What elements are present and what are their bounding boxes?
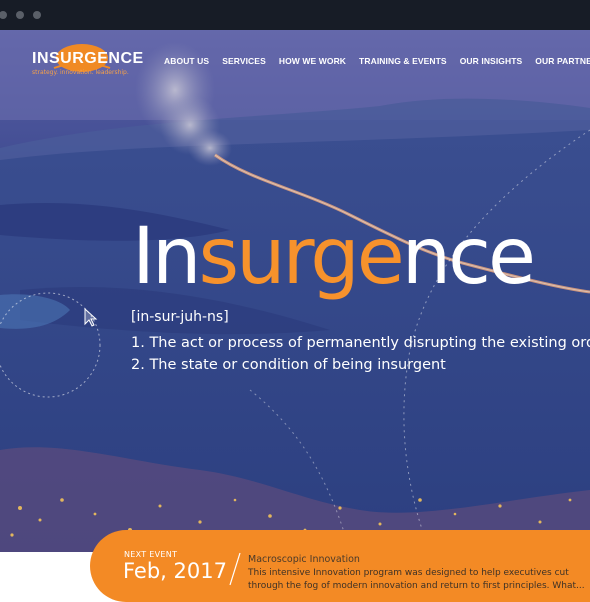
definition-1: 1. The act or process of permanently dis… xyxy=(131,335,590,351)
divider-slash-icon xyxy=(229,552,241,586)
logo-wordmark: INSURGENCE xyxy=(32,50,144,67)
definition-2: 2. The state or condition of being insur… xyxy=(131,357,446,373)
main-navigation: ABOUT US SERVICES HOW WE WORK TRAINING & EV… xyxy=(164,49,590,68)
next-event-label: NEXT EVENT xyxy=(124,550,178,559)
logo-tagline: strategy. innovation. leadership. xyxy=(32,69,129,76)
nav-about-us[interactable]: ABOUT US xyxy=(164,56,209,66)
browser-chrome xyxy=(0,0,590,30)
event-description: This intensive Innovation program was de… xyxy=(248,568,585,591)
nav-our-insights[interactable]: OUR INSIGHTS xyxy=(460,56,523,66)
nav-training-events[interactable]: TRAINING & EVENTS xyxy=(359,56,447,66)
nav-services[interactable]: SERVICES xyxy=(222,56,266,66)
pronunciation: [in-sur-juh-ns] xyxy=(131,309,229,325)
event-title[interactable]: Macroscopic Innovation xyxy=(248,554,360,565)
next-event-date: Feb, 2017 xyxy=(123,559,227,583)
window-maximize-dot[interactable] xyxy=(33,11,41,19)
insurgence-logo[interactable]: INSURGENCE strategy. innovation. leaders… xyxy=(30,40,143,80)
next-event-banner[interactable]: NEXT EVENT Feb, 2017 Macroscopic Innovat… xyxy=(90,530,590,602)
window-minimize-dot[interactable] xyxy=(16,11,24,19)
hero-section: INSURGENCE strategy. innovation. leaders… xyxy=(0,30,590,552)
window-close-dot[interactable] xyxy=(0,11,7,19)
nav-how-we-work[interactable]: HOW WE WORK xyxy=(279,56,346,66)
mouse-pointer-icon xyxy=(84,308,98,327)
hero-headline: Insurgence xyxy=(132,212,536,302)
nav-our-partners[interactable]: OUR PARTNERS xyxy=(535,56,590,66)
